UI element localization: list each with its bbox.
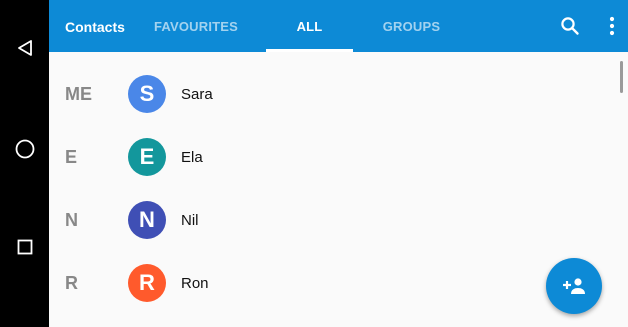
search-icon <box>561 17 579 35</box>
contact-row-ron[interactable]: R R Ron <box>49 252 628 315</box>
app-title: Contacts <box>65 19 125 35</box>
contact-row-nil[interactable]: N N Nil <box>49 189 628 252</box>
avatar: E <box>128 138 166 176</box>
recents-square-icon <box>17 239 32 255</box>
add-contact-icon <box>563 278 585 294</box>
avatar: N <box>128 201 166 239</box>
avatar: S <box>128 75 166 113</box>
contact-name: Ela <box>181 149 203 166</box>
avatar: R <box>128 264 166 302</box>
system-navigation-bar <box>0 0 49 327</box>
contact-name: Nil <box>181 212 199 229</box>
recents-button[interactable] <box>0 227 49 267</box>
search-button[interactable] <box>554 0 586 52</box>
app-bar: Contacts FAVOURITES ALL GROUPS <box>49 0 628 52</box>
contact-row-sara[interactable]: ME S Sara <box>49 63 628 126</box>
more-options-button[interactable] <box>596 0 628 52</box>
tab-favourites[interactable]: FAVOURITES <box>146 0 246 52</box>
back-triangle-icon <box>17 40 32 56</box>
tab-groups[interactable]: GROUPS <box>369 0 454 52</box>
contact-name: Ron <box>181 275 209 292</box>
home-button[interactable] <box>0 129 49 169</box>
contacts-app: Contacts FAVOURITES ALL GROUPS ME S Sara… <box>49 0 628 327</box>
tab-all[interactable]: ALL <box>266 0 353 52</box>
section-header: R <box>65 273 78 293</box>
section-header: N <box>65 210 78 230</box>
more-vert-icon <box>609 16 615 36</box>
section-header: ME <box>65 84 92 104</box>
add-contact-button[interactable] <box>546 258 602 314</box>
back-button[interactable] <box>0 28 49 68</box>
scrollbar[interactable] <box>620 61 623 93</box>
home-circle-icon <box>15 139 34 159</box>
contact-list: ME S Sara E E Ela N N Nil R R Ron <box>49 52 628 327</box>
contact-name: Sara <box>181 86 213 103</box>
contact-row-ela[interactable]: E E Ela <box>49 126 628 189</box>
section-header: E <box>65 147 78 167</box>
